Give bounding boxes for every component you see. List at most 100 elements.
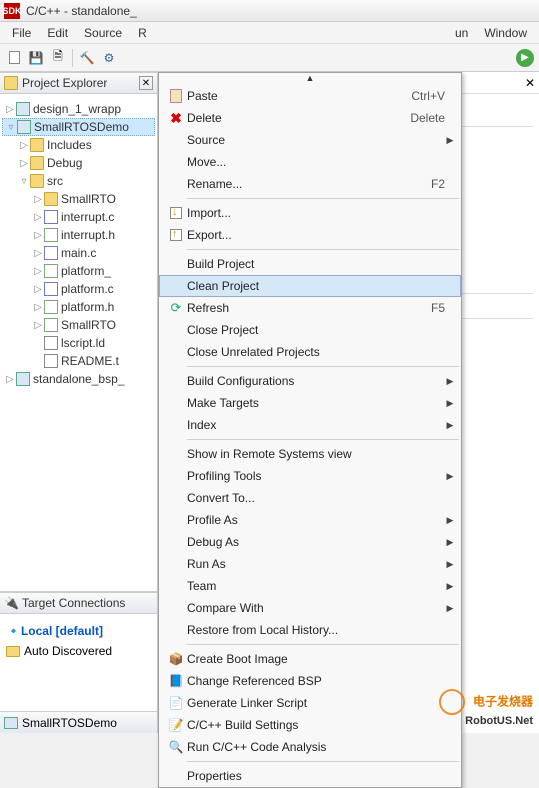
title-bar: SDK C/C++ - standalone_ xyxy=(0,0,539,22)
toolbar-run-icon[interactable]: ▶ xyxy=(515,48,535,68)
target-icon: 🔌 xyxy=(4,596,18,610)
toolbar-new-icon[interactable] xyxy=(4,48,24,68)
h-file-icon xyxy=(44,300,58,314)
bsp-icon: 📘 xyxy=(165,674,187,688)
menu-show-remote[interactable]: Show in Remote Systems view xyxy=(159,443,461,465)
menu-profiling-tools[interactable]: Profiling Tools▶ xyxy=(159,465,461,487)
menu-source-sub[interactable]: Source▶ xyxy=(159,129,461,151)
settings-icon: 📝 xyxy=(165,718,187,732)
menu-convert-to[interactable]: Convert To... xyxy=(159,487,461,509)
menu-restore-history[interactable]: Restore from Local History... xyxy=(159,619,461,641)
target-local[interactable]: 🔹 Local [default] xyxy=(6,622,151,640)
bottom-tab[interactable]: SmallRTOSDemo xyxy=(0,711,157,733)
explorer-close-icon[interactable]: ✕ xyxy=(139,76,153,90)
project-icon xyxy=(17,120,31,134)
scroll-up-arrow[interactable]: ▲ xyxy=(159,73,461,85)
clipboard-icon xyxy=(170,89,182,103)
menu-close-unrelated[interactable]: Close Unrelated Projects xyxy=(159,341,461,363)
export-icon xyxy=(170,229,182,241)
project-icon xyxy=(16,102,30,116)
tree-item-lscript[interactable]: lscript.ld xyxy=(2,334,155,352)
menu-compare-with[interactable]: Compare With▶ xyxy=(159,597,461,619)
tree-item-standalone[interactable]: ▷ standalone_bsp_ xyxy=(2,370,155,388)
tree-item-includes[interactable]: ▷ Includes xyxy=(2,136,155,154)
target-auto-discovered[interactable]: Auto Discovered xyxy=(6,642,151,660)
target-connections-header: 🔌 Target Connections xyxy=(0,592,157,614)
menu-gen-linker[interactable]: 📄 Generate Linker Script xyxy=(159,692,461,714)
toolbar: 💾 🗎 🔨 ⚙ ▶ xyxy=(0,44,539,72)
menu-source[interactable]: Source xyxy=(76,24,130,42)
folder-icon xyxy=(30,156,44,170)
tree-item-interrupt-c[interactable]: ▷ interrupt.c xyxy=(2,208,155,226)
file-icon xyxy=(44,354,58,368)
linker-icon: 📄 xyxy=(165,696,187,710)
includes-icon xyxy=(30,138,44,152)
menu-make-targets[interactable]: Make Targets▶ xyxy=(159,392,461,414)
explorer-icon xyxy=(4,76,18,90)
menu-window[interactable]: Window xyxy=(476,24,535,42)
tree-item-design[interactable]: ▷ design_1_wrapp xyxy=(2,100,155,118)
project-tree[interactable]: ▷ design_1_wrapp ▿ SmallRTOSDemo ▷ Inclu… xyxy=(0,94,157,591)
folder-icon xyxy=(44,192,58,206)
import-icon xyxy=(170,207,182,219)
tree-item-src[interactable]: ▿ src xyxy=(2,172,155,190)
menu-change-bsp[interactable]: 📘 Change Referenced BSP xyxy=(159,670,461,692)
menu-edit[interactable]: Edit xyxy=(39,24,76,42)
menu-import[interactable]: Import... xyxy=(159,202,461,224)
menu-profile-as[interactable]: Profile As▶ xyxy=(159,509,461,531)
tree-item-project[interactable]: ▿ SmallRTOSDemo xyxy=(2,118,155,136)
project-explorer-header: Project Explorer ✕ xyxy=(0,72,157,94)
tree-item-platform-c[interactable]: ▷ platform.c xyxy=(2,280,155,298)
toolbar-build-icon[interactable]: 🔨 xyxy=(77,48,97,68)
menu-properties[interactable]: Properties xyxy=(159,765,461,787)
h-file-icon xyxy=(44,264,58,278)
project-explorer-label: Project Explorer xyxy=(22,76,107,90)
menu-rename[interactable]: Rename... F2 xyxy=(159,173,461,195)
app-icon: SDK xyxy=(4,3,20,19)
menu-paste[interactable]: Paste Ctrl+V xyxy=(159,85,461,107)
tree-item-main-c[interactable]: ▷ main.c xyxy=(2,244,155,262)
delete-x-icon: ✖ xyxy=(170,110,182,127)
menu-build-project[interactable]: Build Project xyxy=(159,253,461,275)
menu-export[interactable]: Export... xyxy=(159,224,461,246)
target-connections-panel: 🔌 Target Connections 🔹 Local [default] A… xyxy=(0,591,157,711)
toolbar-save-icon[interactable]: 💾 xyxy=(26,48,46,68)
h-file-icon xyxy=(44,318,58,332)
menu-clean-project[interactable]: Clean Project xyxy=(159,275,461,297)
menu-r[interactable]: R xyxy=(130,24,155,42)
menu-debug-as[interactable]: Debug As▶ xyxy=(159,531,461,553)
menu-file[interactable]: File xyxy=(4,24,39,42)
menu-un-fragment[interactable]: un xyxy=(447,24,476,42)
folder-icon xyxy=(6,646,20,657)
refresh-icon: ⟳ xyxy=(171,300,182,316)
menu-index[interactable]: Index▶ xyxy=(159,414,461,436)
left-column: Project Explorer ✕ ▷ design_1_wrapp ▿ Sm… xyxy=(0,72,158,733)
menu-build-config[interactable]: Build Configurations▶ xyxy=(159,370,461,392)
tree-item-smallrto2[interactable]: ▷ SmallRTO xyxy=(2,316,155,334)
tree-item-interrupt-h[interactable]: ▷ interrupt.h xyxy=(2,226,155,244)
tree-item-readme[interactable]: README.t xyxy=(2,352,155,370)
menu-move[interactable]: Move... xyxy=(159,151,461,173)
toolbar-saveall-icon[interactable]: 🗎 xyxy=(48,48,68,68)
tree-item-debug[interactable]: ▷ Debug xyxy=(2,154,155,172)
window-title: C/C++ - standalone_ xyxy=(26,4,137,18)
menu-bar: File Edit Source R un Window xyxy=(0,22,539,44)
project-icon xyxy=(16,372,30,386)
tree-item-platform-u[interactable]: ▷ platform_ xyxy=(2,262,155,280)
menu-team[interactable]: Team▶ xyxy=(159,575,461,597)
analysis-icon: 🔍 xyxy=(165,740,187,754)
c-file-icon xyxy=(44,282,58,296)
tree-item-smallrto1[interactable]: ▷ SmallRTO xyxy=(2,190,155,208)
h-file-icon xyxy=(44,228,58,242)
local-icon: 🔹 xyxy=(6,624,21,638)
menu-create-boot-image[interactable]: 📦 Create Boot Image xyxy=(159,648,461,670)
menu-refresh[interactable]: ⟳ Refresh F5 xyxy=(159,297,461,319)
menu-run-as[interactable]: Run As▶ xyxy=(159,553,461,575)
toolbar-gear-icon[interactable]: ⚙ xyxy=(99,48,119,68)
menu-run-code-analysis[interactable]: 🔍 Run C/C++ Code Analysis xyxy=(159,736,461,758)
menu-delete[interactable]: ✖ Delete Delete xyxy=(159,107,461,129)
context-menu: ▲ Paste Ctrl+V ✖ Delete Delete Source▶ M… xyxy=(158,72,462,788)
menu-close-project[interactable]: Close Project xyxy=(159,319,461,341)
tree-item-platform-h[interactable]: ▷ platform.h xyxy=(2,298,155,316)
folder-icon xyxy=(30,174,44,188)
